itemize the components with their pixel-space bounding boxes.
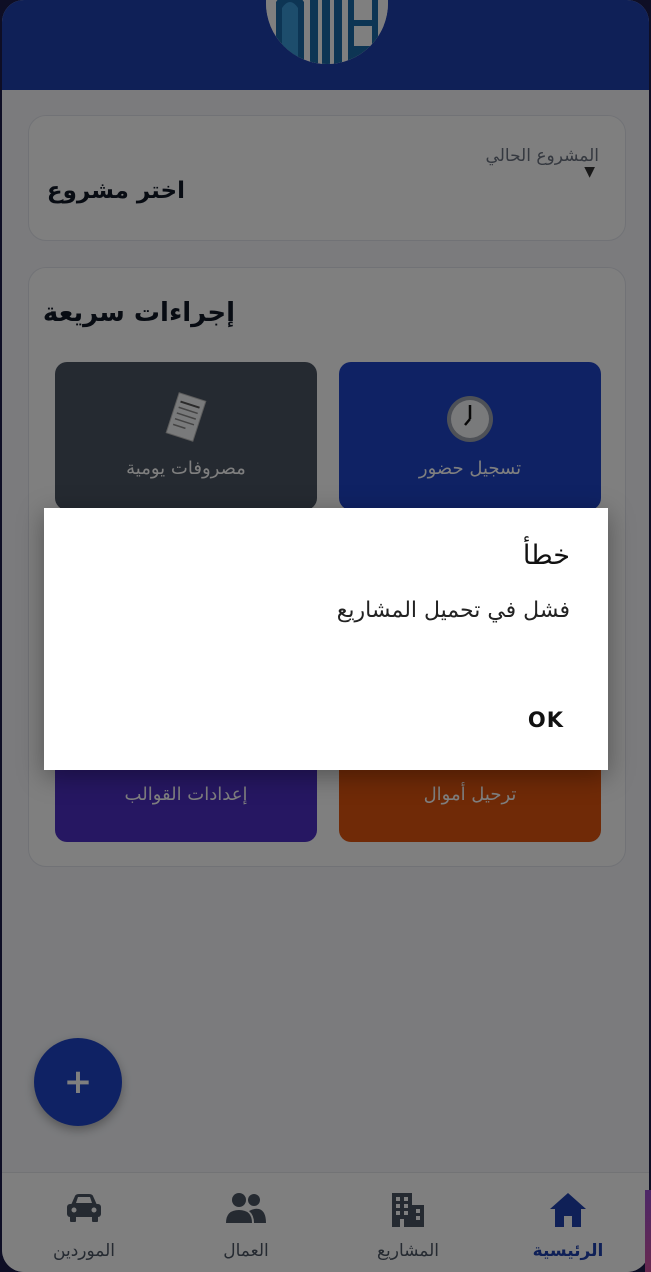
dialog-title: خطأ xyxy=(522,540,570,571)
dialog-message: فشل في تحميل المشاريع xyxy=(336,598,570,623)
error-dialog: خطأ فشل في تحميل المشاريع OK xyxy=(44,508,608,770)
ok-button[interactable]: OK xyxy=(520,704,572,736)
